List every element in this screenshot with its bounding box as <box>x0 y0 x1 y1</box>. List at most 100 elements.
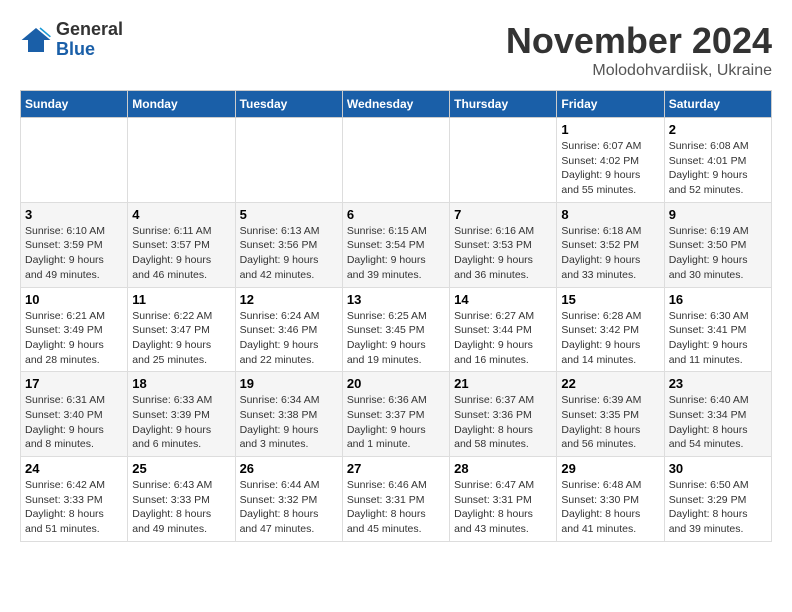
calendar-cell: 17 Sunrise: 6:31 AM Sunset: 3:40 PM Dayli… <box>21 372 128 457</box>
day-info: Sunrise: 6:22 AM Sunset: 3:47 PM Dayligh… <box>132 309 230 368</box>
day-number: 13 <box>347 292 445 307</box>
day-number: 1 <box>561 122 659 137</box>
calendar-cell: 9 Sunrise: 6:19 AM Sunset: 3:50 PM Daylig… <box>664 202 771 287</box>
day-number: 24 <box>25 461 123 476</box>
calendar-cell: 29 Sunrise: 6:48 AM Sunset: 3:30 PM Dayli… <box>557 457 664 542</box>
day-number: 16 <box>669 292 767 307</box>
calendar-cell: 30Sunrise: 6:50 AM Sunset: 3:29 PM Dayli… <box>664 457 771 542</box>
day-number: 19 <box>240 376 338 391</box>
day-info: Sunrise: 6:36 AM Sunset: 3:37 PM Dayligh… <box>347 393 445 452</box>
day-info: Sunrise: 6:28 AM Sunset: 3:42 PM Dayligh… <box>561 309 659 368</box>
day-info: Sunrise: 6:07 AM Sunset: 4:02 PM Dayligh… <box>561 139 659 198</box>
calendar-cell: 12 Sunrise: 6:24 AM Sunset: 3:46 PM Dayli… <box>235 287 342 372</box>
logo-general-text: General <box>56 19 123 39</box>
day-number: 30 <box>669 461 767 476</box>
calendar-cell: 5 Sunrise: 6:13 AM Sunset: 3:56 PM Daylig… <box>235 202 342 287</box>
day-number: 28 <box>454 461 552 476</box>
calendar-week-row: 3 Sunrise: 6:10 AM Sunset: 3:59 PM Daylig… <box>21 202 772 287</box>
calendar-cell: 6 Sunrise: 6:15 AM Sunset: 3:54 PM Daylig… <box>342 202 449 287</box>
day-info: Sunrise: 6:44 AM Sunset: 3:32 PM Dayligh… <box>240 478 338 537</box>
location-title: Molodohvardiisk, Ukraine <box>506 62 772 80</box>
calendar-cell: 1 Sunrise: 6:07 AM Sunset: 4:02 PM Daylig… <box>557 118 664 203</box>
calendar-cell: 8 Sunrise: 6:18 AM Sunset: 3:52 PM Daylig… <box>557 202 664 287</box>
calendar-cell: 19 Sunrise: 6:34 AM Sunset: 3:38 PM Dayli… <box>235 372 342 457</box>
calendar-cell: 21 Sunrise: 6:37 AM Sunset: 3:36 PM Dayli… <box>450 372 557 457</box>
weekday-header-saturday: Saturday <box>664 91 771 118</box>
day-info: Sunrise: 6:37 AM Sunset: 3:36 PM Dayligh… <box>454 393 552 452</box>
calendar-week-row: 10 Sunrise: 6:21 AM Sunset: 3:49 PM Dayli… <box>21 287 772 372</box>
calendar-cell: 20 Sunrise: 6:36 AM Sunset: 3:37 PM Dayli… <box>342 372 449 457</box>
day-info: Sunrise: 6:31 AM Sunset: 3:40 PM Dayligh… <box>25 393 123 452</box>
calendar-cell <box>128 118 235 203</box>
day-number: 23 <box>669 376 767 391</box>
day-info: Sunrise: 6:47 AM Sunset: 3:31 PM Dayligh… <box>454 478 552 537</box>
day-info: Sunrise: 6:42 AM Sunset: 3:33 PM Dayligh… <box>25 478 123 537</box>
day-info: Sunrise: 6:43 AM Sunset: 3:33 PM Dayligh… <box>132 478 230 537</box>
day-number: 8 <box>561 207 659 222</box>
day-number: 29 <box>561 461 659 476</box>
calendar-table: SundayMondayTuesdayWednesdayThursdayFrid… <box>20 90 772 542</box>
calendar-cell: 7Sunrise: 6:16 AM Sunset: 3:53 PM Daylig… <box>450 202 557 287</box>
day-number: 14 <box>454 292 552 307</box>
day-number: 21 <box>454 376 552 391</box>
calendar-cell: 2 Sunrise: 6:08 AM Sunset: 4:01 PM Daylig… <box>664 118 771 203</box>
header: General Blue November 2024 Molodohvardii… <box>20 20 772 80</box>
day-info: Sunrise: 6:13 AM Sunset: 3:56 PM Dayligh… <box>240 224 338 283</box>
day-number: 25 <box>132 461 230 476</box>
day-info: Sunrise: 6:33 AM Sunset: 3:39 PM Dayligh… <box>132 393 230 452</box>
day-info: Sunrise: 6:24 AM Sunset: 3:46 PM Dayligh… <box>240 309 338 368</box>
day-info: Sunrise: 6:10 AM Sunset: 3:59 PM Dayligh… <box>25 224 123 283</box>
day-number: 9 <box>669 207 767 222</box>
day-info: Sunrise: 6:21 AM Sunset: 3:49 PM Dayligh… <box>25 309 123 368</box>
day-number: 26 <box>240 461 338 476</box>
calendar-cell <box>235 118 342 203</box>
day-number: 6 <box>347 207 445 222</box>
day-number: 4 <box>132 207 230 222</box>
logo: General Blue <box>20 20 123 60</box>
day-info: Sunrise: 6:48 AM Sunset: 3:30 PM Dayligh… <box>561 478 659 537</box>
day-number: 27 <box>347 461 445 476</box>
calendar-cell: 28 Sunrise: 6:47 AM Sunset: 3:31 PM Dayli… <box>450 457 557 542</box>
day-number: 17 <box>25 376 123 391</box>
weekday-header-tuesday: Tuesday <box>235 91 342 118</box>
calendar-cell: 3 Sunrise: 6:10 AM Sunset: 3:59 PM Daylig… <box>21 202 128 287</box>
day-number: 10 <box>25 292 123 307</box>
day-info: Sunrise: 6:15 AM Sunset: 3:54 PM Dayligh… <box>347 224 445 283</box>
day-number: 5 <box>240 207 338 222</box>
day-number: 22 <box>561 376 659 391</box>
day-info: Sunrise: 6:27 AM Sunset: 3:44 PM Dayligh… <box>454 309 552 368</box>
day-info: Sunrise: 6:39 AM Sunset: 3:35 PM Dayligh… <box>561 393 659 452</box>
day-number: 7 <box>454 207 552 222</box>
day-number: 2 <box>669 122 767 137</box>
title-area: November 2024 Molodohvardiisk, Ukraine <box>506 20 772 80</box>
calendar-cell <box>21 118 128 203</box>
logo-icon <box>20 24 52 56</box>
calendar-cell: 14 Sunrise: 6:27 AM Sunset: 3:44 PM Dayli… <box>450 287 557 372</box>
day-info: Sunrise: 6:30 AM Sunset: 3:41 PM Dayligh… <box>669 309 767 368</box>
calendar-cell: 15Sunrise: 6:28 AM Sunset: 3:42 PM Dayli… <box>557 287 664 372</box>
day-info: Sunrise: 6:18 AM Sunset: 3:52 PM Dayligh… <box>561 224 659 283</box>
calendar-week-row: 17 Sunrise: 6:31 AM Sunset: 3:40 PM Dayli… <box>21 372 772 457</box>
calendar-cell: 13Sunrise: 6:25 AM Sunset: 3:45 PM Dayli… <box>342 287 449 372</box>
day-number: 20 <box>347 376 445 391</box>
day-info: Sunrise: 6:19 AM Sunset: 3:50 PM Dayligh… <box>669 224 767 283</box>
weekday-header-monday: Monday <box>128 91 235 118</box>
day-info: Sunrise: 6:46 AM Sunset: 3:31 PM Dayligh… <box>347 478 445 537</box>
calendar-week-row: 1 Sunrise: 6:07 AM Sunset: 4:02 PM Daylig… <box>21 118 772 203</box>
calendar-body: 1 Sunrise: 6:07 AM Sunset: 4:02 PM Daylig… <box>21 118 772 542</box>
weekday-header-thursday: Thursday <box>450 91 557 118</box>
day-info: Sunrise: 6:34 AM Sunset: 3:38 PM Dayligh… <box>240 393 338 452</box>
month-title: November 2024 <box>506 20 772 62</box>
weekday-header-wednesday: Wednesday <box>342 91 449 118</box>
day-info: Sunrise: 6:40 AM Sunset: 3:34 PM Dayligh… <box>669 393 767 452</box>
calendar-cell <box>450 118 557 203</box>
calendar-week-row: 24 Sunrise: 6:42 AM Sunset: 3:33 PM Dayli… <box>21 457 772 542</box>
calendar-cell <box>342 118 449 203</box>
weekday-header-sunday: Sunday <box>21 91 128 118</box>
calendar-cell: 11Sunrise: 6:22 AM Sunset: 3:47 PM Dayli… <box>128 287 235 372</box>
calendar-cell: 24 Sunrise: 6:42 AM Sunset: 3:33 PM Dayli… <box>21 457 128 542</box>
weekday-header-row: SundayMondayTuesdayWednesdayThursdayFrid… <box>21 91 772 118</box>
day-number: 3 <box>25 207 123 222</box>
day-number: 12 <box>240 292 338 307</box>
day-info: Sunrise: 6:08 AM Sunset: 4:01 PM Dayligh… <box>669 139 767 198</box>
